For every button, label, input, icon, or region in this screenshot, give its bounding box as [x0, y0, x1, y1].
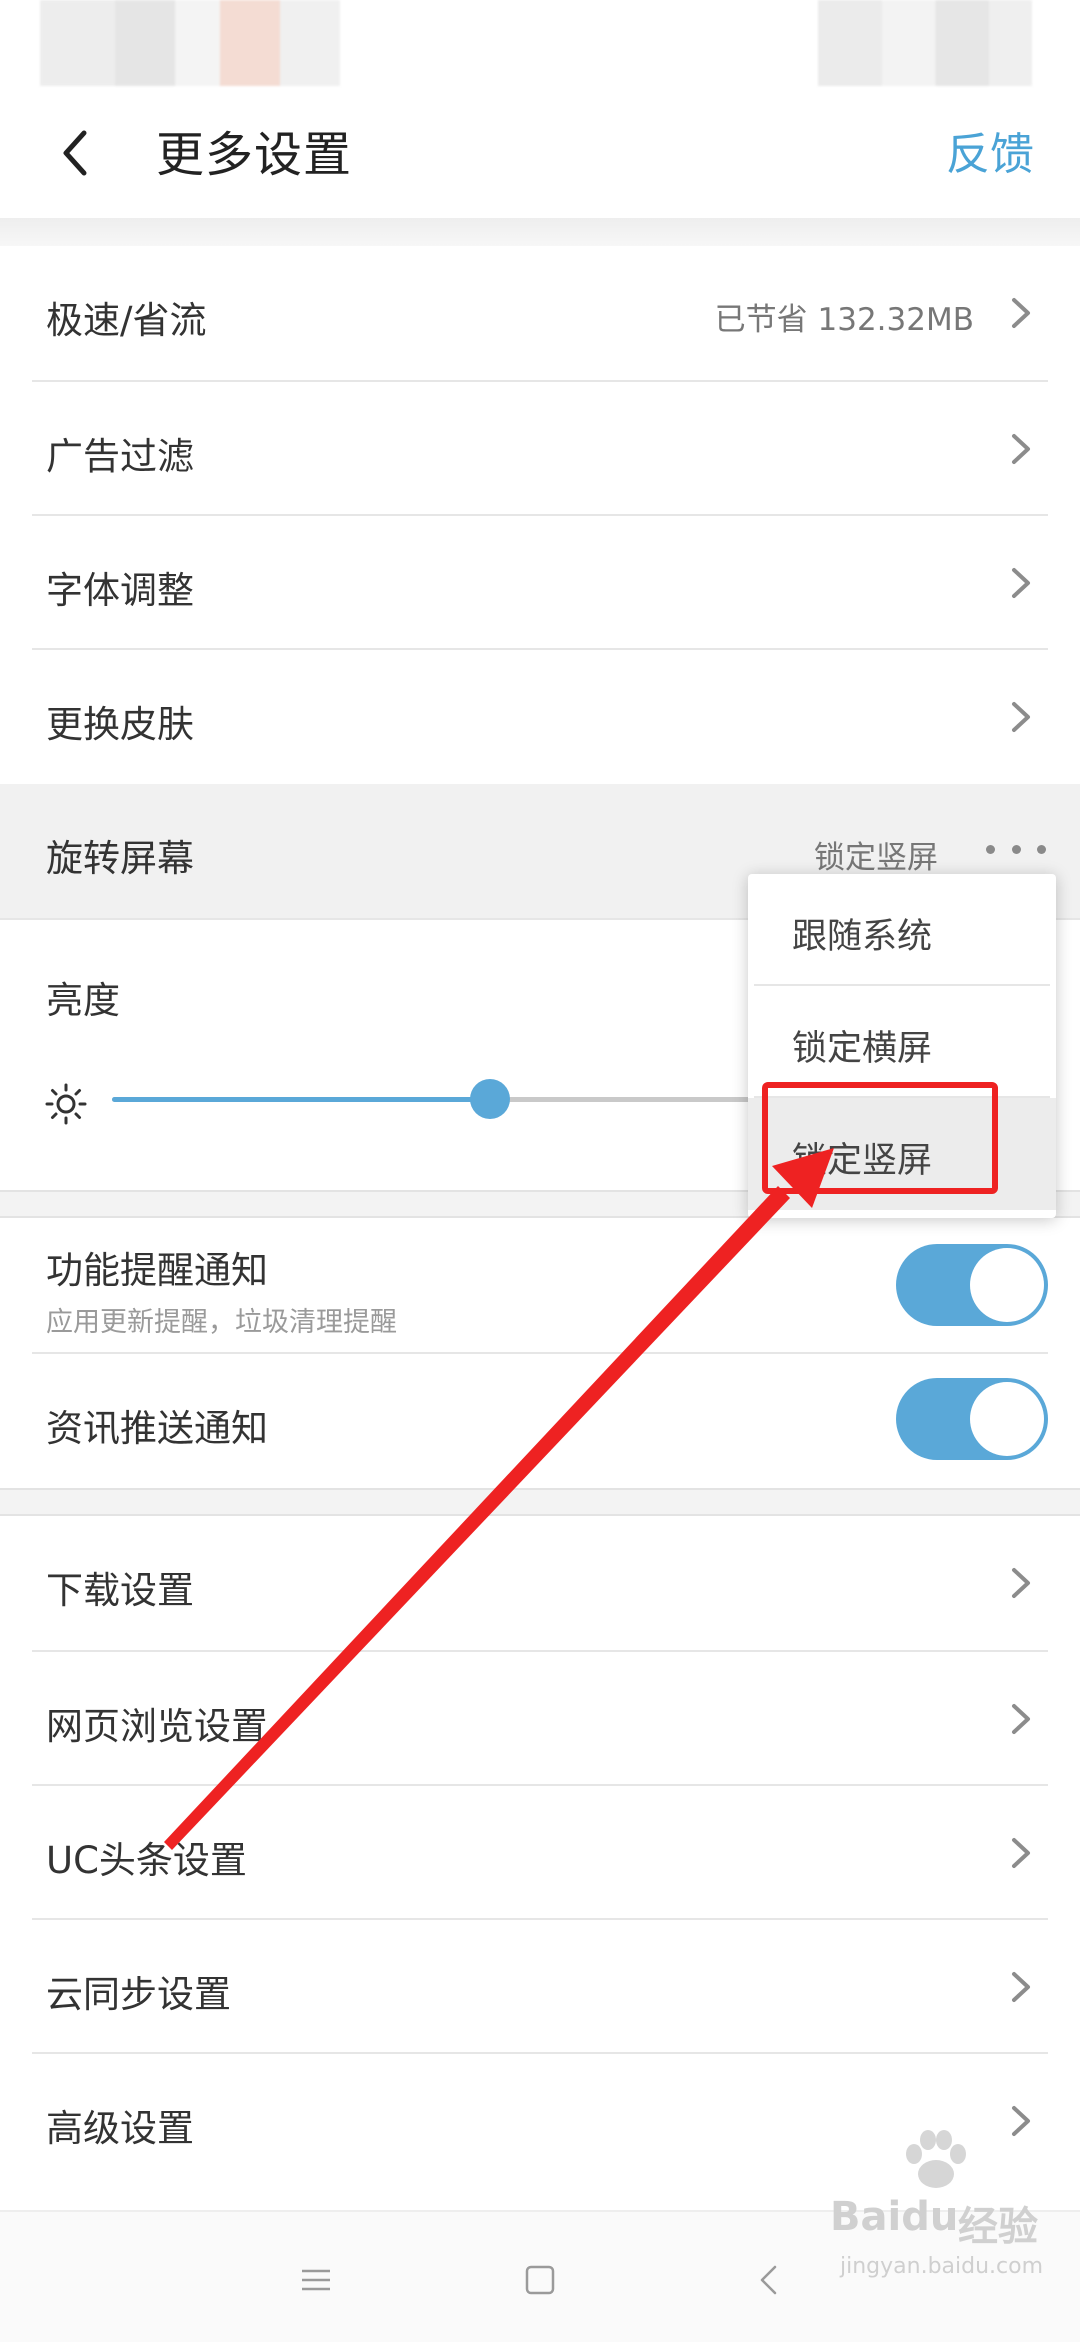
setting-row-ad-filter[interactable]: 广告过滤 [0, 382, 1080, 516]
chevron-right-icon [1012, 1568, 1030, 1598]
setting-label: 功能提醒通知 [46, 1249, 268, 1292]
home-button[interactable] [510, 2250, 570, 2310]
sun-icon [45, 1083, 87, 1125]
setting-label: 高级设置 [46, 2107, 194, 2150]
menu-button[interactable] [286, 2250, 346, 2310]
status-bar [0, 0, 1080, 90]
annotation-highlight-box [762, 1082, 998, 1194]
setting-row-feature-reminder[interactable]: 功能提醒通知 应用更新提醒，垃圾清理提醒 [0, 1218, 1080, 1352]
baidu-jingyan-watermark: Baidu 经验 jingyan.baidu.com [830, 2130, 1070, 2330]
header: 更多设置 反馈 [0, 90, 1080, 218]
setting-label: 旋转屏幕 [46, 837, 194, 880]
toggle-knob [970, 1382, 1044, 1456]
setting-value: 已节省 132.32MB [714, 302, 974, 338]
chevron-right-icon [1012, 434, 1030, 464]
setting-row-news-push[interactable]: 资讯推送通知 [0, 1354, 1080, 1488]
menu-item-label: 锁定横屏 [792, 1029, 933, 1069]
brightness-slider-fill [112, 1097, 490, 1102]
menu-item-lock-landscape[interactable]: 锁定横屏 [748, 986, 1056, 1096]
header-divider [0, 218, 1080, 246]
more-icon[interactable] [986, 824, 1046, 874]
setting-row-speed-saving[interactable]: 极速/省流 已节省 132.32MB [0, 246, 1080, 380]
setting-label: 下载设置 [46, 1569, 194, 1612]
setting-value: 锁定竖屏 [814, 840, 938, 876]
setting-row-web-browsing[interactable]: 网页浏览设置 [0, 1652, 1080, 1786]
watermark-site: jingyan.baidu.com [840, 2254, 1044, 2279]
setting-label: 云同步设置 [46, 1973, 231, 2016]
setting-row-font-adjust[interactable]: 字体调整 [0, 516, 1080, 650]
menu-icon [302, 2269, 330, 2291]
feedback-button[interactable]: 反馈 [946, 118, 1034, 182]
chevron-right-icon [1012, 1972, 1030, 2002]
back-button[interactable] [40, 118, 110, 188]
brightness-slider[interactable] [112, 1097, 752, 1102]
setting-label: 更换皮肤 [46, 703, 194, 746]
setting-label: 字体调整 [46, 569, 194, 612]
setting-label: UC头条设置 [46, 1839, 247, 1882]
paw-logo-icon [906, 2130, 966, 2188]
section-gap [0, 1488, 1080, 1516]
setting-subtitle: 应用更新提醒，垃圾清理提醒 [46, 1307, 397, 1338]
menu-item-label: 跟随系统 [792, 917, 933, 957]
setting-row-change-skin[interactable]: 更换皮肤 [0, 650, 1080, 784]
watermark-brand-cn: 经验 [958, 2204, 1038, 2250]
news-push-toggle[interactable] [896, 1378, 1048, 1460]
home-square-icon [525, 2265, 555, 2295]
chevron-left-icon [63, 130, 87, 176]
page-title: 更多设置 [156, 127, 353, 183]
setting-label: 广告过滤 [46, 435, 194, 478]
back-triangle-icon [760, 2265, 777, 2295]
brightness-slider-thumb[interactable] [469, 1079, 510, 1119]
chevron-right-icon [1012, 1838, 1030, 1868]
setting-label: 资讯推送通知 [46, 1407, 268, 1450]
settings-group-advanced: 下载设置 网页浏览设置 UC头条设置 云同步设置 高级设置 [0, 1516, 1080, 2206]
watermark-brand: Baidu [830, 2194, 959, 2240]
chevron-right-icon [1012, 568, 1030, 598]
setting-row-uc-headlines[interactable]: UC头条设置 [0, 1786, 1080, 1920]
setting-row-download[interactable]: 下载设置 [0, 1516, 1080, 1650]
setting-label: 极速/省流 [46, 299, 207, 342]
setting-row-cloud-sync[interactable]: 云同步设置 [0, 1920, 1080, 2054]
menu-item-follow-system[interactable]: 跟随系统 [748, 874, 1056, 984]
chevron-right-icon [1012, 702, 1030, 732]
status-bar-right-blurred [818, 0, 1032, 86]
setting-label: 亮度 [46, 979, 120, 1022]
status-bar-left-blurred [40, 0, 340, 86]
nav-back-button[interactable] [738, 2250, 798, 2310]
toggle-knob [970, 1248, 1044, 1322]
feature-reminder-toggle[interactable] [896, 1244, 1048, 1326]
setting-label: 网页浏览设置 [46, 1705, 268, 1748]
chevron-right-icon [1012, 1704, 1030, 1734]
chevron-right-icon [1012, 298, 1030, 328]
settings-group-notifications: 功能提醒通知 应用更新提醒，垃圾清理提醒 资讯推送通知 [0, 1218, 1080, 1488]
